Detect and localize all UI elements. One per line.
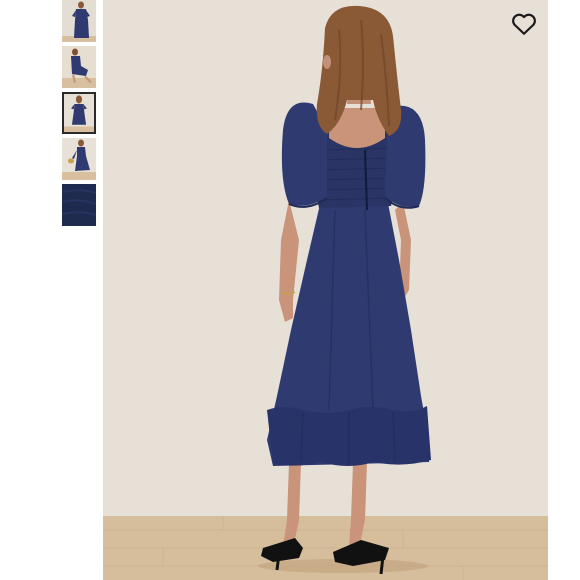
thumbnail-fabric-swatch[interactable] [62,184,96,226]
thumbnail-front-view[interactable] [62,0,96,42]
main-product-image[interactable] [103,0,548,580]
heart-outline-icon [512,13,536,35]
wishlist-button[interactable] [511,12,537,36]
thumbnail-back-view[interactable] [62,92,96,134]
thumbnail-seated-view[interactable] [62,46,96,88]
product-gallery [0,0,580,580]
model-back-view-illustration [103,0,548,580]
thumbnail-walking-view[interactable] [62,138,96,180]
